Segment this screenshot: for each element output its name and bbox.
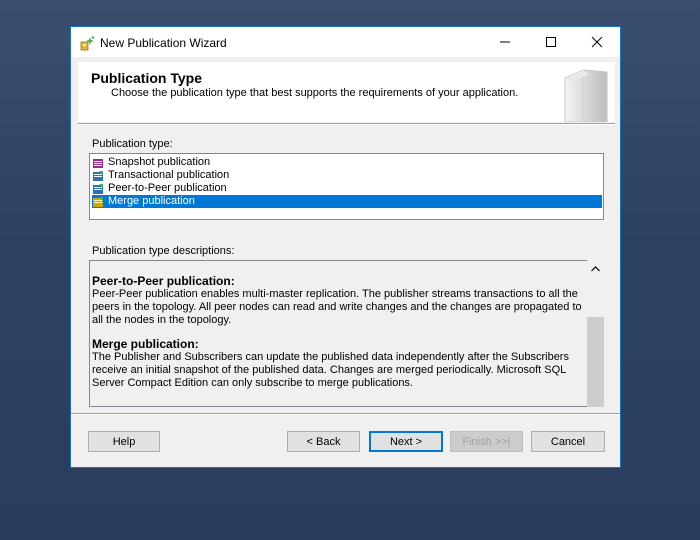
finish-button[interactable]: Finish >>|: [450, 431, 523, 452]
description-panel: Peer-to-Peer publication: Peer-Peer publ…: [89, 260, 604, 407]
header-divider: [78, 123, 615, 125]
description-heading: Merge publication:: [92, 337, 199, 351]
description-text: Peer-Peer publication enables multi-mast…: [92, 288, 582, 326]
list-item-label: Transactional publication: [108, 169, 230, 181]
next-button[interactable]: Next >: [369, 431, 443, 452]
footer-divider: [71, 413, 620, 415]
description-heading: Peer-to-Peer publication:: [92, 274, 235, 288]
description-content: Peer-to-Peer publication: Peer-Peer publ…: [92, 275, 582, 401]
descriptions-label: Publication type descriptions:: [92, 245, 235, 257]
list-item-transactional[interactable]: Transactional publication: [92, 169, 602, 182]
description-scrollbar[interactable]: [587, 260, 604, 407]
list-item-label: Peer-to-Peer publication: [108, 182, 227, 194]
wizard-window: New Publication Wizard Publication Type …: [70, 26, 621, 468]
transactional-icon: [93, 170, 104, 181]
snapshot-icon: [93, 158, 104, 168]
maximize-button[interactable]: [528, 27, 574, 57]
help-button[interactable]: Help: [88, 431, 160, 452]
page-title: Publication Type: [91, 70, 202, 86]
wizard-header: Publication Type Choose the publication …: [78, 62, 615, 125]
minimize-button[interactable]: [482, 27, 528, 57]
publication-type-label: Publication type:: [92, 138, 173, 150]
cancel-button[interactable]: Cancel: [531, 431, 605, 452]
page-subtitle: Choose the publication type that best su…: [111, 87, 519, 99]
wizard-banner-icon: [559, 64, 613, 125]
window-title: New Publication Wizard: [100, 36, 227, 50]
publication-type-list[interactable]: Snapshot publication Transactional publi…: [89, 153, 604, 220]
list-item-peer-to-peer[interactable]: Peer-to-Peer publication: [92, 182, 602, 195]
close-button[interactable]: [574, 27, 620, 57]
scroll-up-button[interactable]: [587, 260, 604, 277]
list-item-label: Snapshot publication: [108, 156, 211, 168]
merge-icon: [93, 196, 104, 207]
list-item-label: Merge publication: [108, 195, 195, 207]
minimize-icon: [500, 41, 510, 43]
list-item-merge[interactable]: Merge publication: [92, 195, 602, 208]
scroll-thumb[interactable]: [587, 317, 604, 407]
close-icon: [591, 36, 603, 48]
wizard-icon: [80, 35, 96, 51]
chevron-up-icon: [591, 265, 600, 271]
list-item-snapshot[interactable]: Snapshot publication: [92, 156, 602, 169]
description-text: The Publisher and Subscribers can update…: [92, 351, 569, 389]
peer-to-peer-icon: [93, 183, 104, 194]
back-button[interactable]: < Back: [287, 431, 360, 452]
maximize-icon: [546, 37, 556, 47]
title-bar: New Publication Wizard: [71, 27, 620, 57]
